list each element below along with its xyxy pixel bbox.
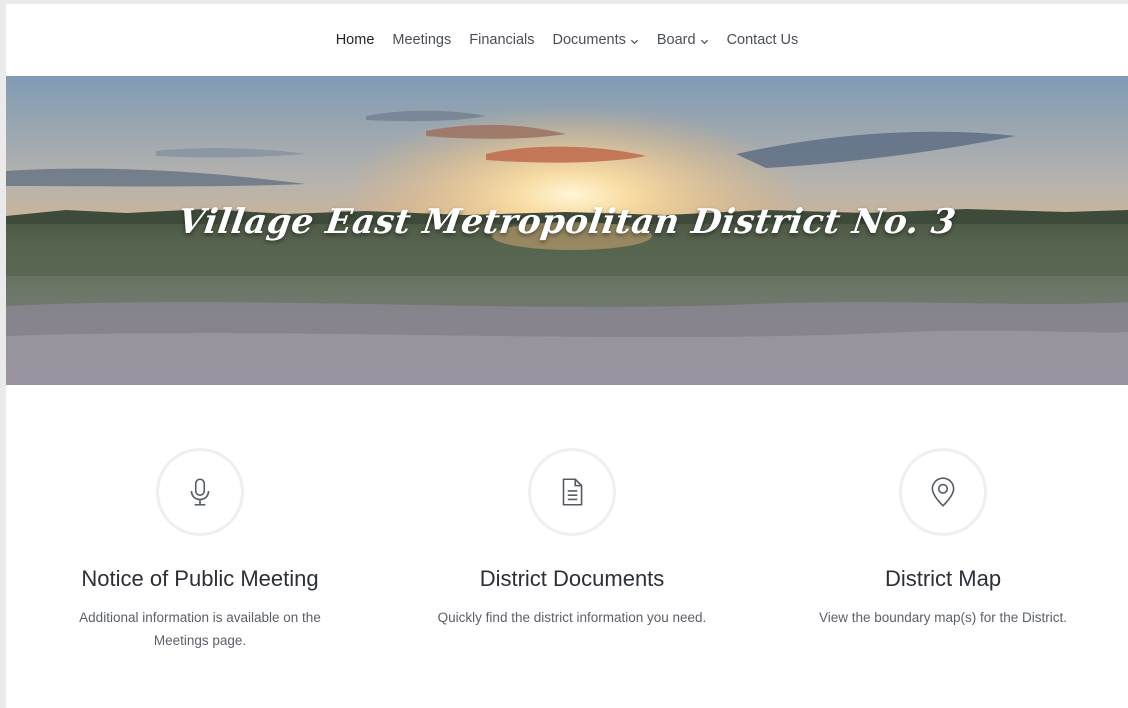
feature-title[interactable]: District Map [793,566,1093,592]
feature-district-map[interactable]: District Map View the boundary map(s) fo… [793,448,1093,629]
chevron-down-icon[interactable] [700,37,709,46]
nav-item-label[interactable]: Meetings [392,32,451,48]
nav-item-contact-us[interactable]: Contact Us [727,32,799,48]
nav-item-board[interactable]: Board [657,32,709,48]
features-section: Notice of Public Meeting Additional info… [6,448,1128,678]
chevron-down-icon[interactable] [630,37,639,46]
feature-title[interactable]: District Documents [422,566,722,592]
document-icon [562,478,583,506]
nav-item-label[interactable]: Board [657,32,696,48]
nav-item-home[interactable]: Home [336,32,375,48]
main-nav: Home Meetings Financials Documents Board… [6,4,1128,76]
hero-title: Village East Metropolitan District No. 3 [175,202,959,242]
feature-public-meeting[interactable]: Notice of Public Meeting Additional info… [50,448,350,652]
nav-item-documents[interactable]: Documents [553,32,639,48]
page: Home Meetings Financials Documents Board… [6,4,1128,708]
nav-item-label[interactable]: Contact Us [727,32,799,48]
feature-description: View the boundary map(s) for the Distric… [818,610,1068,625]
nav-item-financials[interactable]: Financials [469,32,534,48]
hero-banner: Village East Metropolitan District No. 3 [6,76,1128,385]
icon-circle[interactable] [528,448,616,536]
map-pin-icon [931,477,955,507]
feature-title[interactable]: Notice of Public Meeting [50,566,350,592]
feature-district-documents[interactable]: District Documents Quickly find the dist… [422,448,722,629]
nav-item-label[interactable]: Documents [553,32,626,48]
feature-description: Quickly find the district information yo… [437,610,707,625]
nav-item-label[interactable]: Financials [469,32,534,48]
microphone-icon [190,478,210,506]
icon-circle[interactable] [156,448,244,536]
nav-item-label[interactable]: Home [336,32,375,48]
nav-item-meetings[interactable]: Meetings [392,32,451,48]
icon-circle[interactable] [899,448,987,536]
feature-description: Additional information is available on t… [79,610,321,648]
